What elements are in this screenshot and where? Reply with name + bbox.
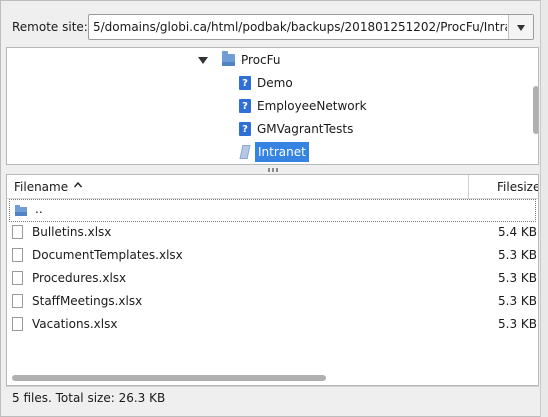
column-divider[interactable] bbox=[468, 175, 469, 198]
tree-item-label: EmployeeNetwork bbox=[257, 99, 367, 113]
tree-scrollbar-thumb[interactable] bbox=[533, 86, 538, 134]
sort-ascending-icon[interactable] bbox=[74, 181, 82, 189]
unknown-folder-icon: ? bbox=[239, 99, 251, 113]
file-name: Procedures.xlsx bbox=[32, 271, 127, 285]
remote-site-label: Remote site: bbox=[12, 20, 88, 34]
file-row[interactable]: Vacations.xlsx 5.3 KB bbox=[7, 313, 538, 336]
tree-item-intranet[interactable]: Intranet bbox=[239, 141, 309, 163]
open-folder-icon bbox=[239, 145, 251, 159]
window-edge bbox=[540, 0, 548, 417]
file-size: 5.3 KB bbox=[498, 294, 537, 308]
file-name: Vacations.xlsx bbox=[32, 317, 118, 331]
tree-scrollbar[interactable] bbox=[532, 48, 538, 164]
file-name: StaffMeetings.xlsx bbox=[32, 294, 143, 308]
file-name: Bulletins.xlsx bbox=[32, 225, 112, 239]
remote-site-path[interactable]: 5/domains/globi.ca/html/podbak/backups/2… bbox=[93, 20, 507, 34]
parent-directory-row[interactable]: .. bbox=[9, 199, 536, 222]
file-icon bbox=[12, 317, 23, 331]
file-icon bbox=[12, 271, 23, 285]
file-row[interactable]: Bulletins.xlsx 5.4 KB bbox=[7, 221, 538, 244]
remote-directory-tree[interactable]: ProcFu ? Demo ? EmployeeNetwork ? GMVagr… bbox=[6, 47, 539, 165]
column-header-filesize[interactable]: Filesize bbox=[497, 180, 538, 194]
tree-item-label: ProcFu bbox=[241, 53, 281, 67]
remote-file-list[interactable]: Filename Filesize .. Bulletins.xlsx 5.4 … bbox=[6, 174, 539, 386]
unknown-folder-icon: ? bbox=[239, 76, 251, 90]
tree-item-label: Demo bbox=[257, 76, 293, 90]
unknown-folder-icon: ? bbox=[239, 122, 251, 136]
folder-icon bbox=[222, 51, 235, 66]
list-scrollbar-thumb[interactable] bbox=[12, 375, 326, 381]
status-summary: 5 files. Total size: 26.3 KB bbox=[12, 391, 166, 405]
file-row[interactable]: StaffMeetings.xlsx 5.3 KB bbox=[7, 290, 538, 313]
pane-splitter[interactable] bbox=[6, 166, 539, 174]
remote-site-bar: Remote site: 5/domains/globi.ca/html/pod… bbox=[6, 10, 538, 46]
splitter-grip[interactable] bbox=[268, 168, 278, 172]
file-icon bbox=[12, 225, 23, 239]
file-name: DocumentTemplates.xlsx bbox=[32, 248, 183, 262]
status-bar: 5 files. Total size: 26.3 KB bbox=[6, 386, 539, 409]
file-icon bbox=[12, 294, 23, 308]
tree-item-demo[interactable]: ? Demo bbox=[239, 72, 293, 94]
expand-arrow-icon[interactable] bbox=[198, 56, 208, 64]
list-header: Filename Filesize bbox=[7, 175, 538, 199]
tree-item-gmvagranttests[interactable]: ? GMVagrantTests bbox=[239, 118, 353, 140]
column-header-filename[interactable]: Filename bbox=[14, 180, 68, 194]
file-size: 5.3 KB bbox=[498, 271, 537, 285]
tree-item-employeenetwork[interactable]: ? EmployeeNetwork bbox=[239, 95, 367, 117]
folder-icon bbox=[15, 205, 27, 216]
tree-item-procfu[interactable]: ProcFu bbox=[198, 49, 281, 71]
file-row[interactable]: Procedures.xlsx 5.3 KB bbox=[7, 267, 538, 290]
file-size: 5.4 KB bbox=[498, 225, 537, 239]
list-horizontal-scrollbar[interactable] bbox=[7, 372, 538, 384]
tree-item-label: GMVagrantTests bbox=[257, 122, 354, 136]
parent-directory-label: .. bbox=[35, 202, 43, 216]
file-size: 5.3 KB bbox=[498, 317, 537, 331]
file-icon bbox=[12, 248, 23, 262]
chevron-down-icon[interactable] bbox=[508, 15, 533, 39]
remote-site-combobox[interactable]: 5/domains/globi.ca/html/podbak/backups/2… bbox=[88, 14, 534, 40]
file-size: 5.3 KB bbox=[498, 248, 537, 262]
file-row[interactable]: DocumentTemplates.xlsx 5.3 KB bbox=[7, 244, 538, 267]
tree-item-label: Intranet bbox=[255, 142, 309, 162]
